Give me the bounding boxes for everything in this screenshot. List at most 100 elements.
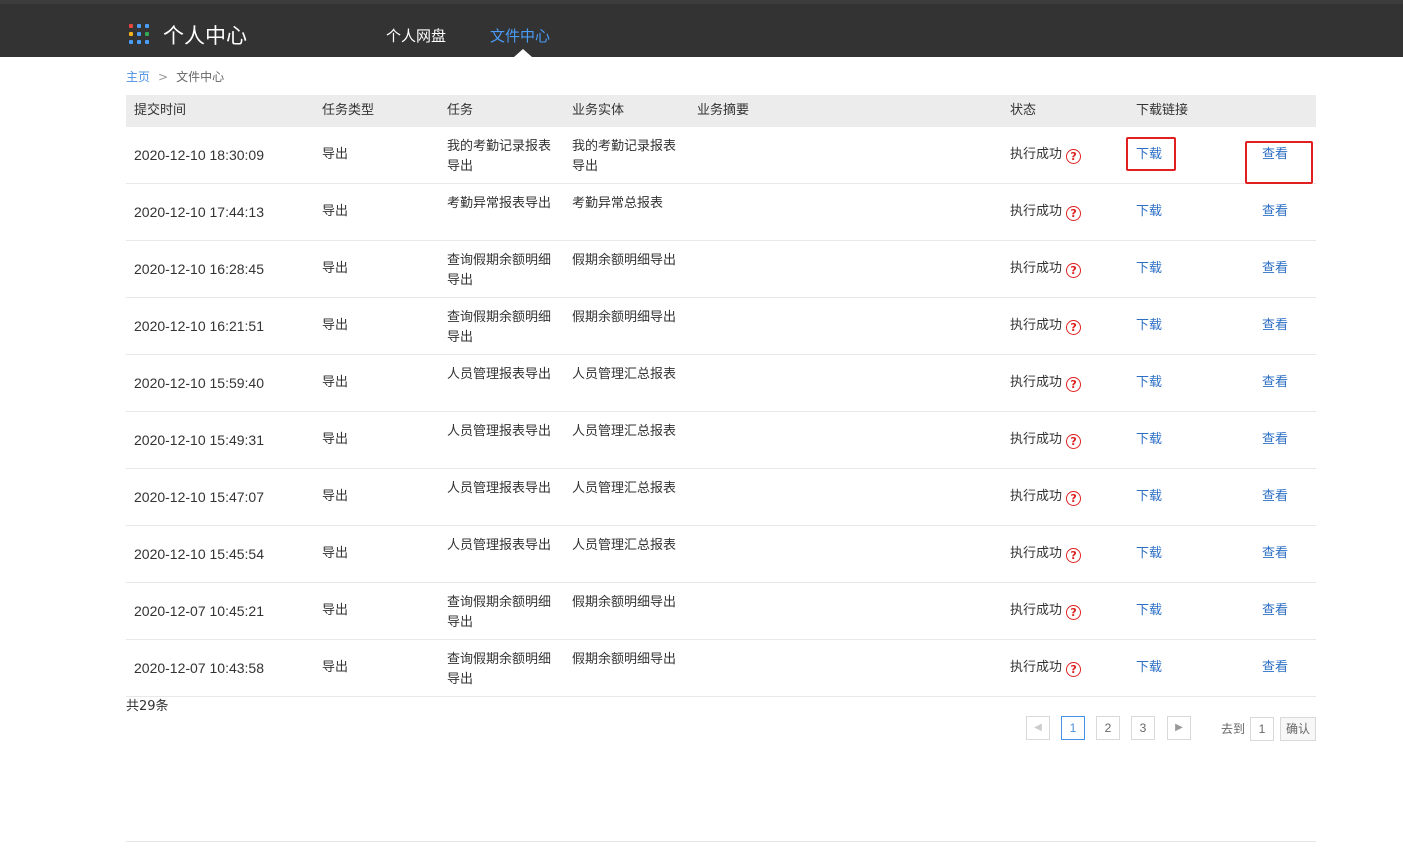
submit-time: 2020-12-10 15:45:54: [134, 546, 264, 562]
download-link[interactable]: 下载: [1136, 660, 1162, 676]
status-text: 执行成功: [1010, 432, 1063, 447]
prev-arrow-icon[interactable]: ◀: [1026, 716, 1050, 740]
task-type: 导出: [322, 546, 349, 561]
business-entity: 假期余额明细导出: [572, 310, 677, 325]
download-link[interactable]: 下载: [1136, 603, 1162, 619]
top-strip: [0, 0, 1403, 4]
download-link[interactable]: 下载: [1136, 432, 1162, 448]
task-name: 人员管理报表导出: [447, 538, 552, 553]
task-name: 考勤异常报表导出: [447, 196, 552, 211]
question-circle-icon[interactable]: ?: [1066, 377, 1082, 392]
view-link[interactable]: 查看: [1262, 375, 1288, 391]
submit-time: 2020-12-10 15:49:31: [134, 432, 264, 448]
question-circle-icon[interactable]: ?: [1066, 434, 1082, 449]
nav-file-center[interactable]: 文件中心: [490, 26, 550, 46]
submit-time: 2020-12-07 10:45:21: [134, 603, 264, 619]
view-link[interactable]: 查看: [1262, 318, 1288, 334]
breadcrumb-separator: >: [158, 70, 169, 84]
table-row: 2020-12-10 17:44:13 导出 考勤异常报表导出 考勤异常总报表执行成功…: [126, 184, 1316, 241]
business-entity: 人员管理汇总报表: [572, 367, 677, 382]
status-cell: 执行成功?: [1010, 317, 1082, 335]
business-entity: 人员管理汇总报表: [572, 481, 677, 496]
table-row: 2020-12-10 16:28:45 导出 查询假期余额明细导出 假期余额明细导出执…: [126, 241, 1316, 298]
submit-time: 2020-12-10 18:30:09: [134, 147, 264, 163]
view-link[interactable]: 查看: [1262, 204, 1288, 220]
status-cell: 执行成功?: [1010, 431, 1082, 449]
breadcrumb: 主页 > 文件中心: [126, 69, 224, 85]
page-1-button[interactable]: 1: [1061, 716, 1085, 740]
file-task-table: 提交时间 任务类型 任务 业务实体 业务摘要 状态 下载链接 2020-12-1…: [126, 95, 1316, 697]
download-link[interactable]: 下载: [1136, 261, 1162, 277]
status-cell: 执行成功?: [1010, 602, 1082, 620]
breadcrumb-home[interactable]: 主页: [126, 70, 150, 84]
question-circle-icon[interactable]: ?: [1066, 206, 1082, 221]
view-link[interactable]: 查看: [1262, 261, 1288, 277]
status-text: 执行成功: [1010, 489, 1063, 504]
active-nav-indicator: [514, 49, 532, 57]
table-row: 2020-12-07 10:45:21 导出 查询假期余额明细导出 假期余额明细导出执…: [126, 583, 1316, 640]
download-link[interactable]: 下载: [1136, 546, 1162, 562]
table-row: 2020-12-10 15:59:40 导出 人员管理报表导出 人员管理汇总报表执行成…: [126, 355, 1316, 412]
view-link[interactable]: 查看: [1262, 489, 1288, 505]
status-text: 执行成功: [1010, 546, 1063, 561]
view-link[interactable]: 查看: [1262, 603, 1288, 619]
status-text: 执行成功: [1010, 261, 1063, 276]
column-status: 状态: [1010, 103, 1037, 118]
column-task-type: 任务类型: [322, 103, 375, 118]
download-link[interactable]: 下载: [1136, 204, 1162, 220]
download-link[interactable]: 下载: [1136, 318, 1162, 334]
task-name: 人员管理报表导出: [447, 424, 552, 439]
question-circle-icon[interactable]: ?: [1066, 662, 1082, 677]
table-body: 2020-12-10 18:30:09 导出 我的考勤记录报表导出 我的考勤记录报表导…: [126, 127, 1316, 697]
submit-time: 2020-12-10 15:59:40: [134, 375, 264, 391]
submit-time: 2020-12-10 16:21:51: [134, 318, 264, 334]
app-grid-icon[interactable]: [129, 24, 151, 46]
task-name: 查询假期余额明细导出: [447, 253, 552, 288]
status-text: 执行成功: [1010, 375, 1063, 390]
page-3-button[interactable]: 3: [1131, 716, 1155, 740]
question-circle-icon[interactable]: ?: [1066, 149, 1082, 164]
question-circle-icon[interactable]: ?: [1066, 320, 1082, 335]
task-type: 导出: [322, 204, 349, 219]
top-navbar: 个人中心 个人网盘 文件中心: [0, 0, 1403, 57]
goto-label: 去到: [1221, 722, 1246, 736]
download-link[interactable]: 下载: [1136, 489, 1162, 505]
task-name: 我的考勤记录报表导出: [447, 139, 552, 174]
business-entity: 我的考勤记录报表导出: [572, 139, 677, 174]
column-download-link: 下载链接: [1136, 103, 1189, 118]
task-type: 导出: [322, 375, 349, 390]
question-circle-icon[interactable]: ?: [1066, 263, 1082, 278]
status-text: 执行成功: [1010, 603, 1063, 618]
submit-time: 2020-12-10 17:44:13: [134, 204, 264, 220]
table-row: 2020-12-10 15:45:54 导出 人员管理报表导出 人员管理汇总报表 执行成…: [126, 526, 1316, 583]
status-text: 执行成功: [1010, 318, 1063, 333]
question-circle-icon[interactable]: ?: [1066, 605, 1082, 620]
next-arrow-icon[interactable]: ▶: [1167, 716, 1191, 740]
task-type: 导出: [322, 432, 349, 447]
task-name: 人员管理报表导出: [447, 367, 552, 382]
submit-time: 2020-12-10 16:28:45: [134, 261, 264, 277]
total-count: 共29条: [126, 699, 169, 714]
download-link[interactable]: 下载: [1136, 375, 1162, 391]
view-link[interactable]: 查看: [1262, 432, 1288, 448]
task-name: 人员管理报表导出: [447, 481, 552, 496]
table-row: 2020-12-07 10:43:58 导出 查询假期余额明细导出 假期余额明细导出执…: [126, 640, 1316, 697]
submit-time: 2020-12-07 10:43:58: [134, 660, 264, 676]
goto-confirm-button[interactable]: 确认: [1280, 717, 1316, 741]
view-link[interactable]: 查看: [1262, 546, 1288, 562]
task-name: 查询假期余额明细导出: [447, 595, 552, 630]
submit-time: 2020-12-10 15:47:07: [134, 489, 264, 505]
page-2-button[interactable]: 2: [1096, 716, 1120, 740]
column-business-summary: 业务摘要: [697, 103, 750, 118]
nav-personal-drive[interactable]: 个人网盘: [386, 26, 446, 46]
status-cell: 执行成功?: [1010, 146, 1082, 164]
business-entity: 考勤异常总报表: [572, 196, 664, 211]
view-highlight-box: [1245, 141, 1313, 184]
goto-page-input[interactable]: [1250, 717, 1274, 741]
status-text: 执行成功: [1010, 660, 1063, 675]
view-link[interactable]: 查看: [1262, 660, 1288, 676]
status-text: 执行成功: [1010, 147, 1063, 162]
question-circle-icon[interactable]: ?: [1066, 548, 1082, 563]
question-circle-icon[interactable]: ?: [1066, 491, 1082, 506]
status-text: 执行成功: [1010, 204, 1063, 219]
